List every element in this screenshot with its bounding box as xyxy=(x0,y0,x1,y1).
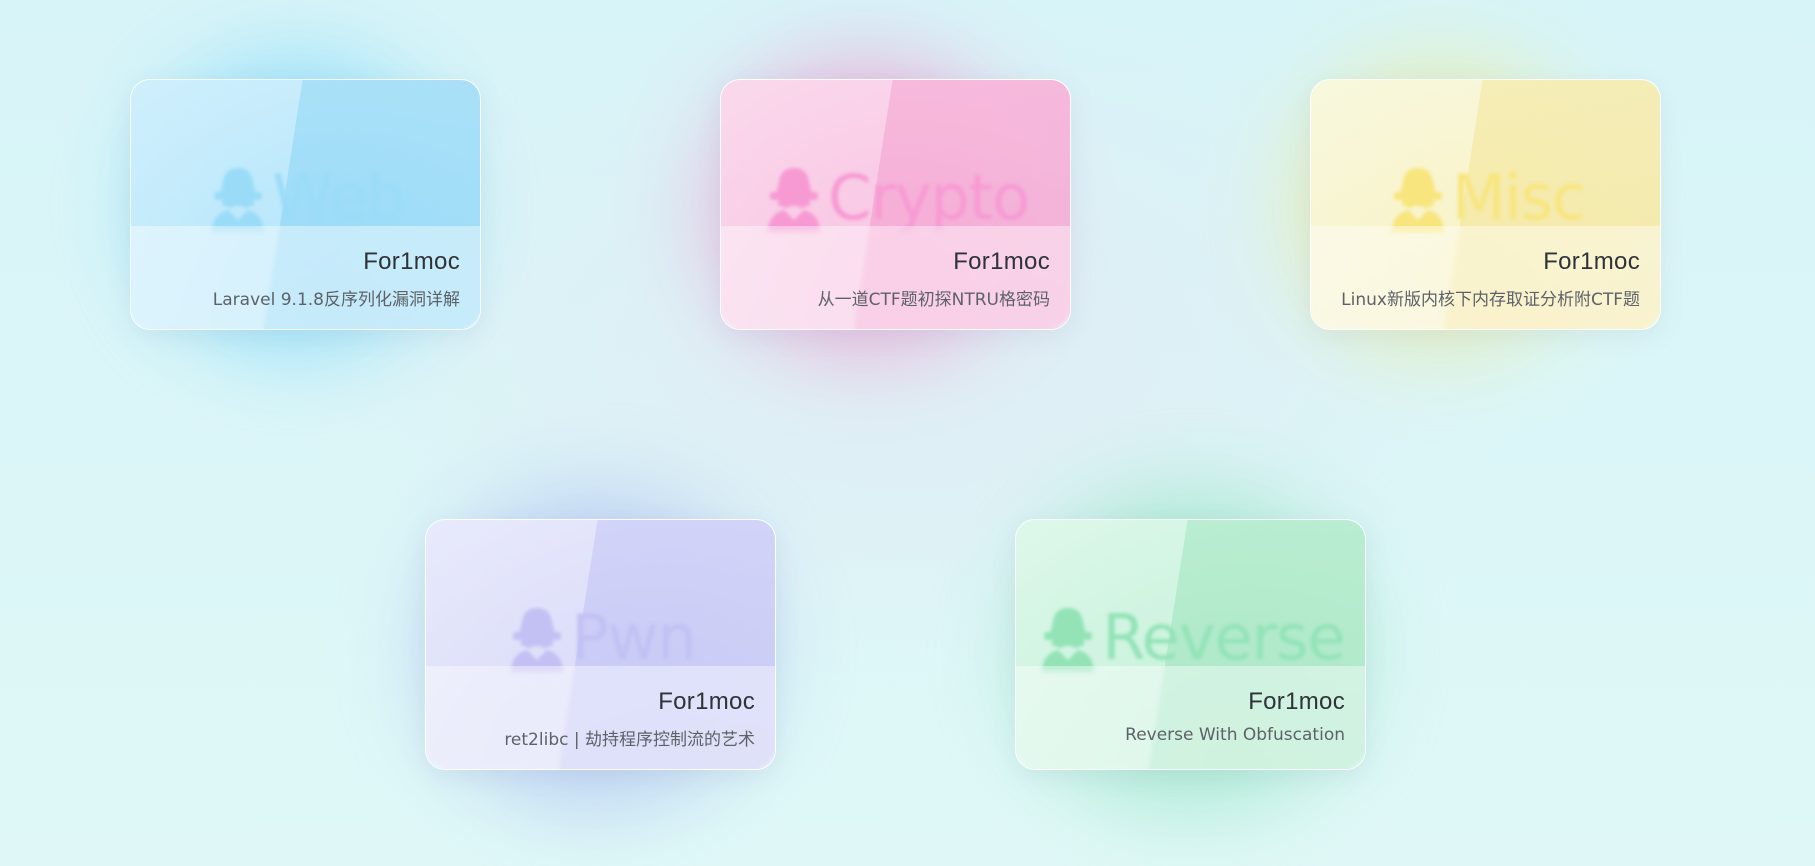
spy-icon xyxy=(212,168,265,232)
card-crypto[interactable]: Crypto For1moc 从一道CTF题初探NTRU格密码 xyxy=(720,79,1071,330)
card-category: Web xyxy=(272,161,405,234)
spy-icon xyxy=(1042,608,1095,672)
card-hero: Crypto xyxy=(721,162,1070,234)
card-web[interactable]: Web For1moc Laravel 9.1.8反序列化漏洞详解 xyxy=(130,79,481,330)
card-title[interactable]: ret2libc | 劫持程序控制流的艺术 xyxy=(504,725,755,750)
spy-icon xyxy=(511,608,564,672)
card-category: Reverse xyxy=(1102,601,1345,674)
card-category: Pwn xyxy=(571,601,696,674)
card-footer xyxy=(131,226,480,329)
card-footer xyxy=(426,666,775,769)
card-title[interactable]: Laravel 9.1.8反序列化漏洞详解 xyxy=(213,285,460,310)
card-reverse[interactable]: Reverse For1moc Reverse With Obfuscation xyxy=(1015,519,1366,770)
card-footer xyxy=(721,226,1070,329)
card-hero: Misc xyxy=(1311,162,1660,234)
card-title[interactable]: 从一道CTF题初探NTRU格密码 xyxy=(818,285,1050,310)
card-title[interactable]: Reverse With Obfuscation xyxy=(1125,725,1345,745)
card-misc[interactable]: Misc For1moc Linux新版内核下内存取证分析附CTF题 xyxy=(1310,79,1661,330)
card-hero: Pwn xyxy=(426,602,775,674)
card-author: For1moc xyxy=(363,248,460,275)
card-pwn[interactable]: Pwn For1moc ret2libc | 劫持程序控制流的艺术 xyxy=(425,519,776,770)
card-footer xyxy=(1311,226,1660,329)
card-category: Crypto xyxy=(827,161,1030,234)
card-author: For1moc xyxy=(953,248,1050,275)
card-author: For1moc xyxy=(658,688,755,715)
card-author: For1moc xyxy=(1248,688,1345,715)
card-author: For1moc xyxy=(1543,248,1640,275)
spy-icon xyxy=(767,168,820,232)
card-title[interactable]: Linux新版内核下内存取证分析附CTF题 xyxy=(1341,285,1640,310)
card-category: Misc xyxy=(1451,161,1586,234)
card-hero: Web xyxy=(131,162,480,234)
card-footer xyxy=(1016,666,1365,769)
card-hero: Reverse xyxy=(1016,602,1365,674)
spy-icon xyxy=(1391,168,1444,232)
